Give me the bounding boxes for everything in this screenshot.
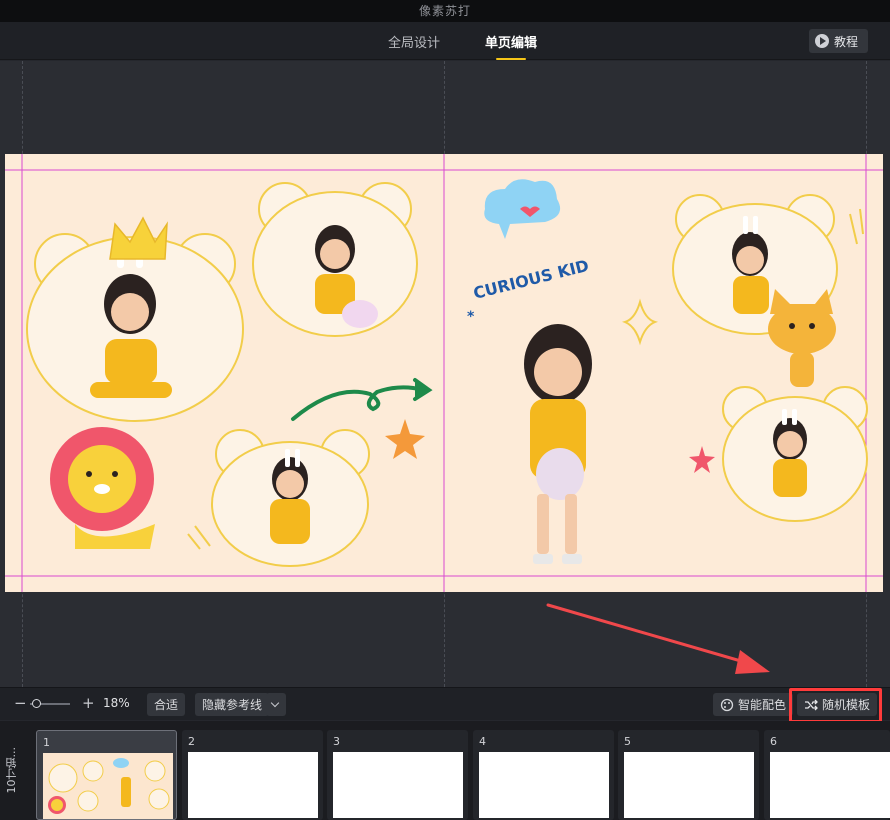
- tutorial-label: 教程: [833, 34, 858, 49]
- page-number: 3: [333, 735, 340, 748]
- app-window: 像素苏打 全局设计 单页编辑 教程 CURIOUS KID * − + 18% …: [0, 0, 890, 820]
- page-thumbnail-preview: [333, 752, 463, 818]
- zoom-out-button[interactable]: −: [14, 694, 27, 712]
- fit-button[interactable]: 合适: [147, 693, 186, 716]
- random-template-button[interactable]: 随机模板: [797, 693, 878, 716]
- play-icon: [814, 34, 829, 48]
- crown-icon: [109, 216, 168, 260]
- page-thumbnail-5[interactable]: 5: [618, 730, 759, 820]
- page-number: 2: [188, 735, 195, 748]
- page-thumbnail-preview: [479, 752, 609, 818]
- sparkle-icon: [621, 298, 659, 346]
- curious-kid-text: CURIOUS KID: [471, 256, 590, 303]
- tab-global-design[interactable]: 全局设计: [388, 32, 440, 51]
- asterisk-mark: *: [467, 309, 475, 325]
- cloud-icon: [484, 179, 561, 239]
- page-thumbnail-3[interactable]: 3: [327, 730, 468, 820]
- window-title: 像素苏打: [418, 4, 471, 18]
- star-icon-pink: [689, 446, 715, 473]
- tutorial-button[interactable]: 教程: [808, 29, 868, 53]
- album-size-label: 10寸铂...: [5, 747, 18, 794]
- title-bar: 像素苏打: [0, 0, 890, 22]
- star-icon-orange: [385, 419, 425, 459]
- page-thumbnail-4[interactable]: 4: [473, 730, 614, 820]
- zoom-value: 18%: [103, 696, 130, 710]
- spread-artwork: CURIOUS KID *: [5, 154, 883, 592]
- green-arrow-icon: [291, 378, 433, 421]
- zoom-in-button[interactable]: +: [82, 694, 95, 712]
- zoom-slider[interactable]: [30, 699, 70, 708]
- palette-icon: [720, 698, 734, 711]
- page-number: 5: [624, 735, 631, 748]
- page-thumbnail-preview: [770, 752, 890, 818]
- page-number: 4: [479, 735, 486, 748]
- album-spread[interactable]: CURIOUS KID *: [5, 154, 883, 592]
- page-thumbnail-preview: [188, 752, 318, 818]
- child-photo-center: [524, 324, 592, 564]
- bottom-toolbar: − + 18% 合适 隐藏参考线 智能配色 随机模板: [0, 687, 890, 720]
- page-thumbnail-6[interactable]: 6: [764, 730, 890, 820]
- canvas-workspace[interactable]: CURIOUS KID *: [0, 61, 890, 687]
- hide-guides-button[interactable]: 隐藏参考线: [195, 693, 270, 716]
- page-number: 6: [770, 735, 777, 748]
- smart-color-button[interactable]: 智能配色: [713, 693, 794, 716]
- top-nav: 全局设计 单页编辑 教程: [0, 22, 890, 60]
- page-number: 1: [43, 736, 50, 749]
- page-thumbnail-2[interactable]: 2: [182, 730, 323, 820]
- tab-single-page-edit[interactable]: 单页编辑: [485, 32, 537, 60]
- thumbnail-artwork: [48, 758, 170, 814]
- page-thumbnail-preview: [624, 752, 754, 818]
- zoom-slider-knob[interactable]: [32, 699, 41, 708]
- annotation-arrow-icon: [546, 603, 770, 674]
- smart-color-label: 智能配色: [738, 698, 787, 712]
- page-thumbnail-1[interactable]: 1: [36, 730, 177, 820]
- shuffle-icon: [805, 699, 818, 710]
- random-template-label: 随机模板: [822, 698, 871, 712]
- guides-dropdown-chevron-icon[interactable]: [266, 693, 286, 716]
- page-thumbnail-preview: [43, 753, 173, 819]
- lion-icon: [50, 427, 155, 549]
